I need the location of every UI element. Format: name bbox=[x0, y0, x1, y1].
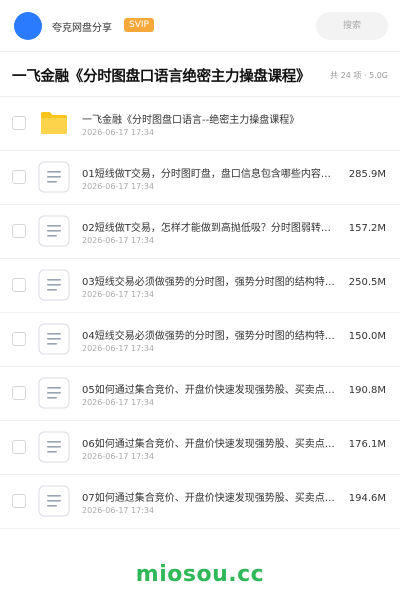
file-row[interactable]: 07如何通过集合竞价、开盘价快速发现强势股、买卖点… 2026-06-17 17:… bbox=[0, 475, 400, 529]
search-box[interactable] bbox=[316, 12, 388, 40]
file-row[interactable]: 一飞金融《分时图盘口语言--绝密主力操盘课程》 2026-06-17 17:34 bbox=[0, 97, 400, 151]
document-icon bbox=[38, 377, 70, 409]
file-size: 194.6M bbox=[348, 493, 386, 504]
svip-badge: SVIP bbox=[124, 18, 154, 32]
watermark: miosou.cc bbox=[135, 562, 265, 587]
file-size: 285.9M bbox=[348, 169, 386, 180]
document-icon bbox=[38, 215, 70, 247]
file-date: 2026-06-17 17:34 bbox=[82, 290, 155, 299]
file-name: 03短线交易必须做强势的分时图，强势分时图的结构特… bbox=[82, 277, 335, 288]
item-count: 共 24 项 · 5.0G bbox=[330, 71, 388, 80]
file-date: 2026-06-17 17:34 bbox=[82, 506, 155, 515]
file-row[interactable]: 01短线做T交易，分时图盯盘，盘口信息包含哪些内容… 2026-06-17 17:… bbox=[0, 151, 400, 205]
row-checkbox[interactable] bbox=[12, 440, 26, 454]
document-icon bbox=[38, 431, 70, 463]
file-row[interactable]: 05如何通过集合竞价、开盘价快速发现强势股、买卖点… 2026-06-17 17:… bbox=[0, 367, 400, 421]
file-name: 02短线做T交易，怎样才能做到高抛低吸？分时图弱转… bbox=[82, 223, 331, 234]
file-size: 157.2M bbox=[348, 223, 386, 234]
file-name: 07如何通过集合竞价、开盘价快速发现强势股、买卖点… bbox=[82, 493, 335, 504]
file-name: 01短线做T交易，分时图盯盘，盘口信息包含哪些内容… bbox=[82, 169, 331, 180]
user-name: 夸克网盘分享 bbox=[52, 23, 112, 34]
row-checkbox[interactable] bbox=[12, 116, 26, 130]
file-size: 176.1M bbox=[348, 439, 386, 450]
file-size: 150.0M bbox=[348, 331, 386, 342]
file-date: 2026-06-17 17:34 bbox=[82, 128, 155, 137]
row-checkbox[interactable] bbox=[12, 170, 26, 184]
file-row[interactable]: 03短线交易必须做强势的分时图，强势分时图的结构特… 2026-06-17 17:… bbox=[0, 259, 400, 313]
row-checkbox[interactable] bbox=[12, 494, 26, 508]
file-size: 190.8M bbox=[348, 385, 386, 396]
file-row[interactable]: 02短线做T交易，怎样才能做到高抛低吸？分时图弱转… 2026-06-17 17:… bbox=[0, 205, 400, 259]
file-list: 一飞金融《分时图盘口语言--绝密主力操盘课程》 2026-06-17 17:34 0… bbox=[0, 97, 400, 529]
file-date: 2026-06-17 17:34 bbox=[82, 236, 155, 245]
title-row: 一飞金融《分时图盘口语言绝密主力操盘课程》 共 24 项 · 5.0G bbox=[0, 52, 400, 97]
document-icon bbox=[38, 323, 70, 355]
avatar[interactable] bbox=[14, 12, 42, 40]
file-date: 2026-06-17 17:34 bbox=[82, 398, 155, 407]
folder-icon bbox=[38, 107, 70, 139]
file-row[interactable]: 06如何通过集合竞价、开盘价快速发现强势股、买卖点… 2026-06-17 17:… bbox=[0, 421, 400, 475]
row-checkbox[interactable] bbox=[12, 224, 26, 238]
file-name: 05如何通过集合竞价、开盘价快速发现强势股、买卖点… bbox=[82, 385, 335, 396]
document-icon bbox=[38, 161, 70, 193]
file-size: 250.5M bbox=[348, 277, 386, 288]
file-name: 06如何通过集合竞价、开盘价快速发现强势股、买卖点… bbox=[82, 439, 335, 450]
file-date: 2026-06-17 17:34 bbox=[82, 182, 155, 191]
document-icon bbox=[38, 485, 70, 517]
row-checkbox[interactable] bbox=[12, 332, 26, 346]
row-checkbox[interactable] bbox=[12, 386, 26, 400]
document-icon bbox=[38, 269, 70, 301]
file-row[interactable]: 04短线交易必须做强势的分时图，强势分时图的结构特… 2026-06-17 17:… bbox=[0, 313, 400, 367]
row-checkbox[interactable] bbox=[12, 278, 26, 292]
file-name: 一飞金融《分时图盘口语言--绝密主力操盘课程》 bbox=[82, 115, 300, 126]
file-date: 2026-06-17 17:34 bbox=[82, 344, 155, 353]
app-header: 夸克网盘分享 SVIP bbox=[0, 0, 400, 52]
page-title: 一飞金融《分时图盘口语言绝密主力操盘课程》 bbox=[12, 69, 311, 85]
search-input[interactable] bbox=[316, 12, 388, 40]
file-name: 04短线交易必须做强势的分时图，强势分时图的结构特… bbox=[82, 331, 335, 342]
file-date: 2026-06-17 17:34 bbox=[82, 452, 155, 461]
